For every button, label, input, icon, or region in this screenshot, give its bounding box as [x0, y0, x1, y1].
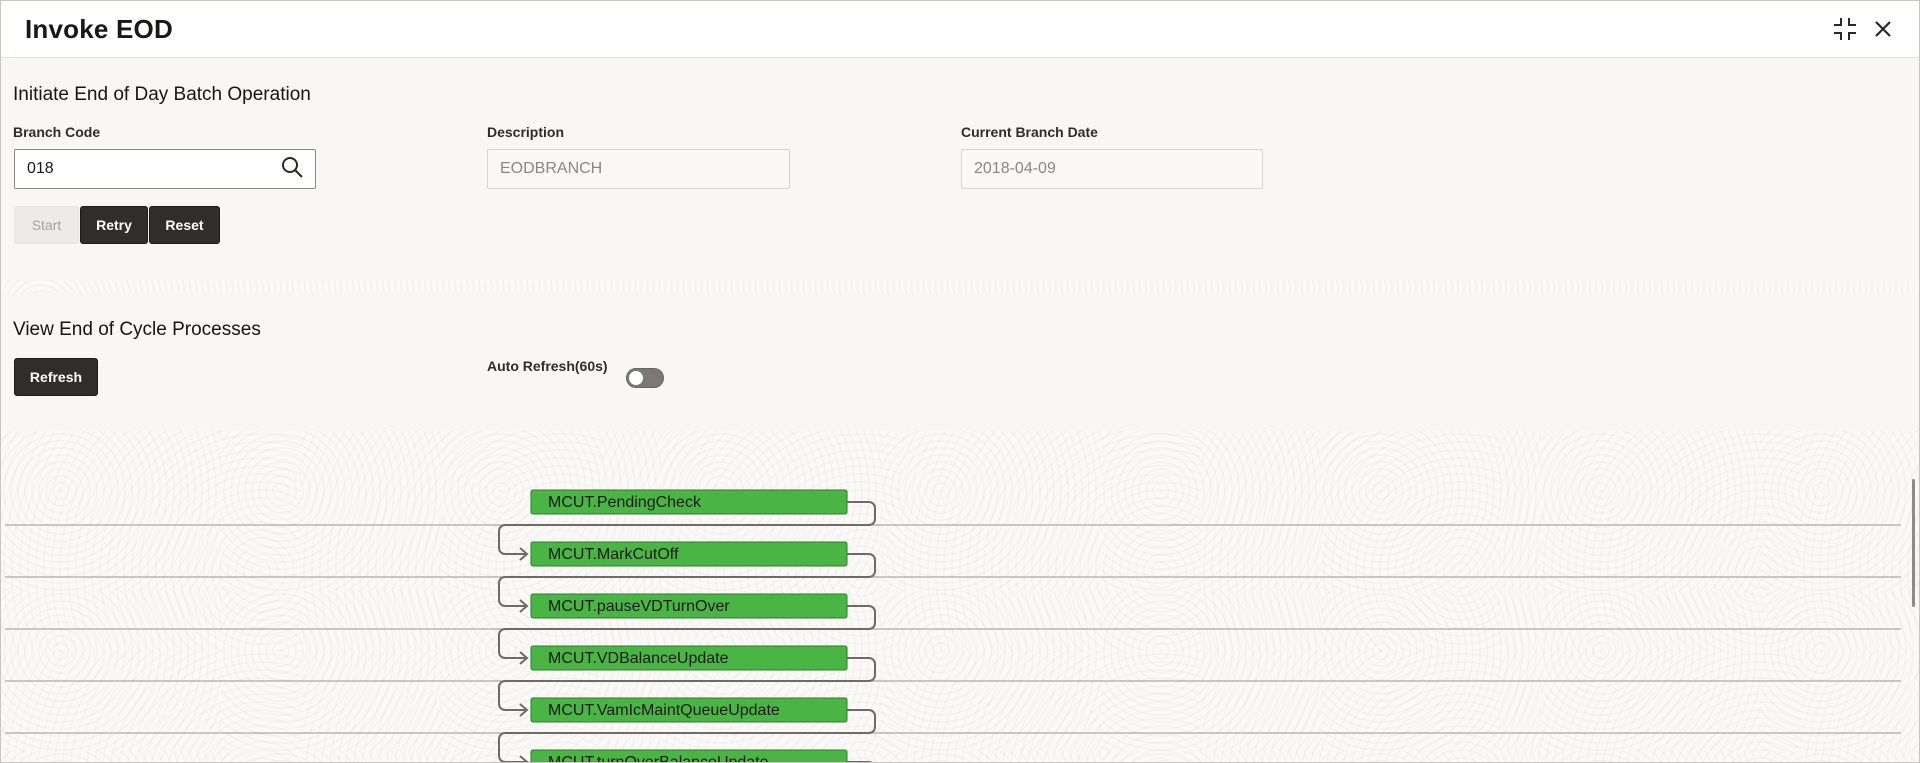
toggle-knob	[629, 371, 643, 385]
flow-node-label: MCUT.MarkCutOff	[548, 546, 679, 563]
auto-refresh-label: Auto Refresh(60s)	[487, 358, 608, 374]
view-processes-section: View End of Cycle Processes Refresh Auto…	[1, 293, 1919, 431]
retry-button[interactable]: Retry	[80, 206, 148, 244]
refresh-button[interactable]: Refresh	[14, 358, 98, 396]
current-branch-date-field	[961, 149, 1263, 189]
invoke-eod-window: Invoke EOD Initiate End of Day Batch Ope…	[0, 0, 1920, 763]
title-bar: Invoke EOD	[1, 1, 1919, 58]
initiate-heading: Initiate End of Day Batch Operation	[13, 84, 311, 105]
flow-node-label: MCUT.VamIcMaintQueueUpdate	[548, 702, 780, 719]
collapse-button[interactable]	[1831, 15, 1859, 43]
flow-node-label: MCUT.pauseVDTurnOver	[548, 598, 730, 615]
close-icon	[1873, 19, 1893, 39]
page-title: Invoke EOD	[25, 14, 173, 44]
flow-node-label: MCUT.PendingCheck	[548, 494, 702, 511]
description-label: Description	[487, 124, 565, 140]
flow-node-label: MCUT.turnOverBalanceUpdate	[548, 754, 769, 763]
view-heading: View End of Cycle Processes	[13, 319, 261, 340]
branch-search-button[interactable]	[277, 154, 307, 184]
initiate-eod-section: Initiate End of Day Batch Operation Bran…	[1, 58, 1919, 280]
flow-node-label: MCUT.VDBalanceUpdate	[548, 650, 729, 667]
start-button[interactable]: Start	[14, 206, 79, 244]
flow-scrollbar[interactable]	[1912, 479, 1915, 607]
auto-refresh-toggle[interactable]	[626, 368, 664, 388]
description-field	[487, 149, 790, 189]
section-divider	[1, 280, 1919, 293]
collapse-icon	[1832, 16, 1858, 42]
branch-code-label: Branch Code	[13, 124, 101, 140]
reset-button[interactable]: Reset	[149, 206, 220, 244]
search-icon	[280, 155, 304, 184]
branch-code-input[interactable]	[14, 149, 316, 189]
close-button[interactable]	[1869, 15, 1897, 43]
process-flow-diagram: MCUT.PendingCheck MCUT.MarkCutOff MCUT.pau…	[1, 431, 1919, 763]
current-branch-date-label: Current Branch Date	[961, 124, 1098, 140]
flow-svg: MCUT.PendingCheck MCUT.MarkCutOff MCUT.pau…	[5, 489, 1901, 763]
